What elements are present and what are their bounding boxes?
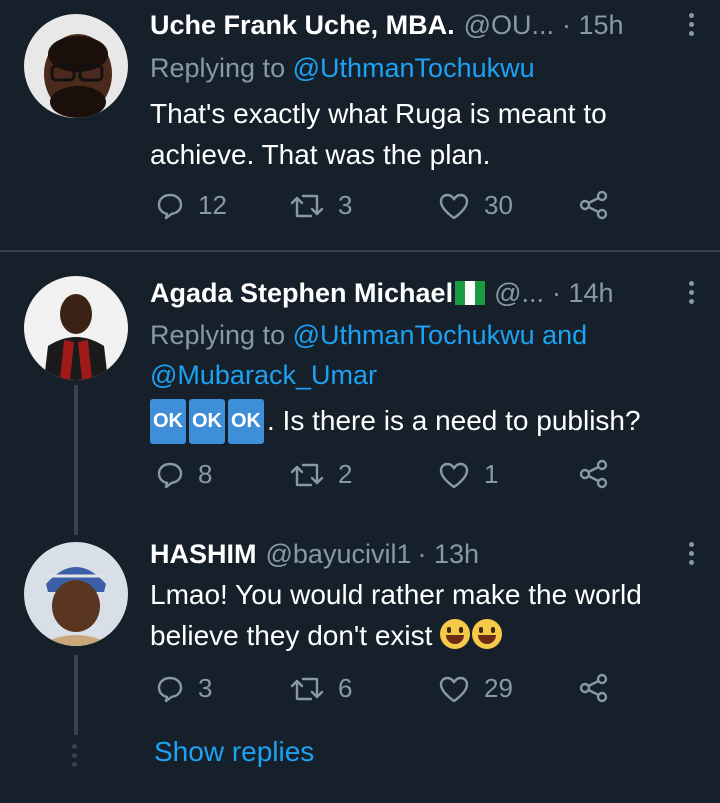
tweet-actions: 8 2 1 — [150, 459, 630, 499]
retweet-button[interactable]: 6 — [290, 673, 352, 704]
laughing-tears-emoji-icon — [472, 619, 503, 649]
retweet-count: 2 — [338, 459, 353, 489]
share-icon — [579, 459, 608, 489]
replying-to: Replying to @UthmanTochukwu and @Mubarac… — [150, 315, 690, 395]
like-count: 29 — [484, 673, 513, 703]
like-count: 30 — [484, 190, 513, 220]
tweet-text-content: . Is there is a need to publish? — [267, 405, 641, 436]
share-button[interactable] — [578, 190, 624, 220]
like-count: 1 — [484, 459, 499, 489]
author-handle[interactable]: @bayucivil1 — [266, 539, 412, 570]
ok-emoji: OK — [228, 399, 264, 444]
more-options-icon[interactable] — [684, 278, 698, 308]
author-name[interactable]: Uche Frank Uche, MBA. — [150, 10, 455, 41]
heart-icon — [439, 193, 469, 219]
retweet-icon — [290, 463, 324, 486]
share-button[interactable] — [578, 459, 624, 489]
author-handle[interactable]: @... — [494, 278, 544, 309]
retweet-icon — [290, 194, 324, 217]
reply-button[interactable]: 3 — [156, 673, 212, 704]
reply-count: 8 — [198, 459, 213, 489]
tweet-text: Lmao! You would rather make the world be… — [150, 574, 700, 656]
tweet-actions: 12 3 30 — [150, 190, 630, 230]
share-icon — [579, 190, 608, 220]
reply-icon — [157, 193, 183, 219]
reply-count: 12 — [198, 190, 227, 220]
avatar[interactable] — [24, 276, 128, 380]
ok-emoji: OK — [189, 399, 225, 444]
tweet[interactable]: HASHIM @bayucivil1 · 13h Lmao! You would… — [0, 520, 720, 730]
more-options-icon[interactable] — [684, 10, 698, 40]
grinning-face-emoji-icon — [440, 619, 471, 649]
reply-count: 3 — [198, 673, 213, 703]
replying-label: Replying to — [150, 53, 286, 83]
avatar[interactable] — [24, 542, 128, 646]
tweet-text: OK OK OK. Is there is a need to publish? — [150, 399, 700, 444]
tweet-time[interactable]: · 15h — [562, 10, 624, 41]
reply-icon — [157, 462, 183, 488]
like-button[interactable]: 29 — [438, 673, 513, 704]
reply-button[interactable]: 8 — [156, 459, 212, 490]
tweet-actions: 3 6 29 — [150, 673, 630, 713]
share-button[interactable] — [578, 673, 624, 703]
mention-link[interactable]: @UthmanTochukwu — [293, 53, 535, 83]
author-name[interactable]: Agada Stephen Michael — [150, 278, 453, 309]
tweet[interactable]: Uche Frank Uche, MBA. @OU... · 15h Reply… — [0, 0, 720, 250]
retweet-count: 6 — [338, 673, 353, 703]
author-name[interactable]: HASHIM — [150, 539, 257, 570]
reply-button[interactable]: 12 — [156, 190, 227, 221]
like-button[interactable]: 30 — [438, 190, 513, 221]
tweet-time[interactable]: · 14h — [552, 278, 614, 309]
avatar[interactable] — [24, 14, 128, 118]
tweet-time[interactable]: · 13h — [417, 539, 479, 570]
ok-emoji: OK — [150, 399, 186, 444]
show-replies-link[interactable]: Show replies — [154, 736, 314, 768]
tweet-text-content: Lmao! You would rather make the world be… — [150, 579, 642, 651]
replying-label: Replying to — [150, 320, 286, 350]
thread-dots-icon — [72, 744, 80, 771]
replying-to: Replying to @UthmanTochukwu — [150, 48, 535, 88]
heart-icon — [439, 462, 469, 488]
retweet-count: 3 — [338, 190, 353, 220]
share-icon — [579, 673, 608, 703]
more-options-icon[interactable] — [684, 539, 698, 569]
retweet-icon — [290, 677, 324, 700]
reply-icon — [157, 676, 183, 702]
tweet-text: That's exactly what Ruga is meant to ach… — [150, 98, 607, 170]
retweet-button[interactable]: 3 — [290, 190, 352, 221]
retweet-button[interactable]: 2 — [290, 459, 352, 490]
author-handle[interactable]: @OU... — [464, 10, 554, 41]
like-button[interactable]: 1 — [438, 459, 498, 490]
heart-icon — [439, 676, 469, 702]
nigeria-flag-icon — [455, 281, 486, 305]
tweet[interactable]: Agada Stephen Michael @... · 14h Replyin… — [0, 252, 720, 512]
